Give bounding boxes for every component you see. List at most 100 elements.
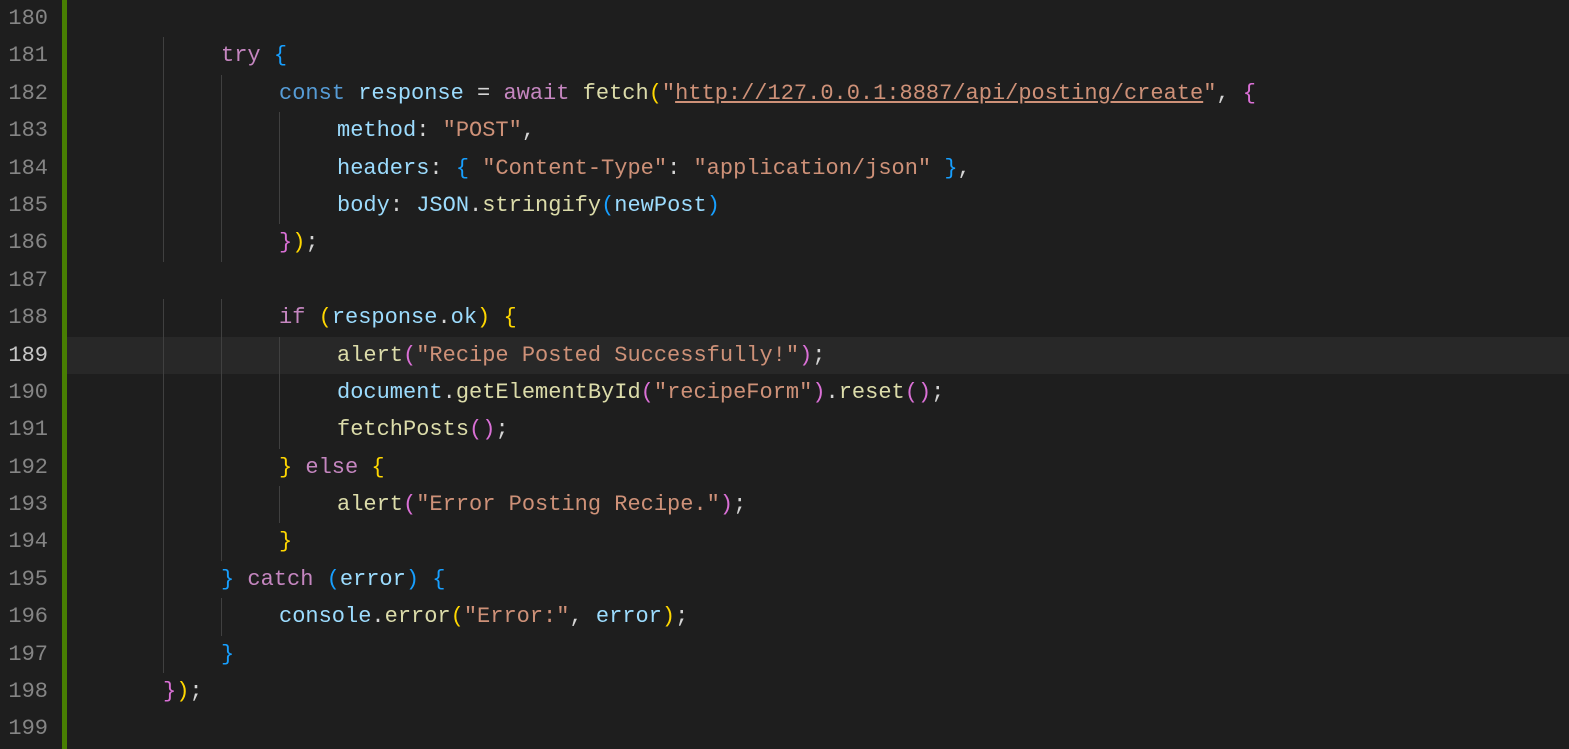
code-token: ( bbox=[641, 380, 654, 405]
code-token: { bbox=[432, 567, 445, 592]
code-token: } bbox=[221, 642, 234, 667]
code-line[interactable]: headers: { "Content-Type": "application/… bbox=[67, 150, 1569, 187]
code-token bbox=[419, 567, 432, 592]
code-token: error bbox=[385, 604, 451, 629]
code-token: "Recipe Posted Successfully!" bbox=[416, 343, 799, 368]
code-token: . bbox=[826, 380, 839, 405]
code-token: ) bbox=[707, 193, 720, 218]
code-line[interactable]: } else { bbox=[67, 449, 1569, 486]
code-token bbox=[261, 43, 274, 68]
code-token: ; bbox=[812, 343, 825, 368]
code-token: } bbox=[221, 567, 234, 592]
code-token: } bbox=[279, 455, 292, 480]
code-token: , bbox=[569, 604, 582, 629]
code-token bbox=[429, 118, 442, 143]
code-token: . bbox=[443, 380, 456, 405]
code-line[interactable]: } bbox=[67, 636, 1569, 673]
code-token bbox=[403, 193, 416, 218]
code-line[interactable]: if (response.ok) { bbox=[67, 299, 1569, 336]
code-token: : bbox=[667, 156, 680, 181]
line-number: 186 bbox=[0, 224, 62, 261]
code-token bbox=[443, 156, 456, 181]
code-token: ; bbox=[495, 417, 508, 442]
code-line[interactable]: try { bbox=[67, 37, 1569, 74]
code-token bbox=[569, 81, 582, 106]
code-token bbox=[358, 455, 371, 480]
line-number: 194 bbox=[0, 523, 62, 560]
code-token bbox=[469, 156, 482, 181]
code-token: headers bbox=[337, 156, 429, 181]
code-token: fetchPosts bbox=[337, 417, 469, 442]
code-token: else bbox=[305, 455, 358, 480]
code-token: ( bbox=[451, 604, 464, 629]
code-token bbox=[1230, 81, 1243, 106]
code-token: error bbox=[596, 604, 662, 629]
code-line[interactable] bbox=[67, 0, 1569, 37]
code-token bbox=[931, 156, 944, 181]
code-token bbox=[583, 604, 596, 629]
code-token: { bbox=[503, 305, 516, 330]
code-token: ; bbox=[189, 679, 202, 704]
code-token: } bbox=[944, 156, 957, 181]
code-line[interactable]: method: "POST", bbox=[67, 112, 1569, 149]
code-line[interactable]: }); bbox=[67, 673, 1569, 710]
code-line[interactable]: } bbox=[67, 523, 1569, 560]
code-token: , bbox=[1216, 81, 1229, 106]
code-line[interactable]: const response = await fetch("http://127… bbox=[67, 75, 1569, 112]
line-number: 198 bbox=[0, 673, 62, 710]
code-line[interactable] bbox=[67, 262, 1569, 299]
code-token: . bbox=[469, 193, 482, 218]
code-token: response bbox=[332, 305, 438, 330]
code-token: ) bbox=[176, 679, 189, 704]
code-token: ( bbox=[403, 492, 416, 517]
code-line[interactable]: body: JSON.stringify(newPost) bbox=[67, 187, 1569, 224]
line-number: 181 bbox=[0, 37, 62, 74]
code-line[interactable]: } catch (error) { bbox=[67, 561, 1569, 598]
code-line[interactable]: document.getElementById("recipeForm").re… bbox=[67, 374, 1569, 411]
code-token: "recipeForm" bbox=[654, 380, 812, 405]
line-number: 199 bbox=[0, 710, 62, 747]
code-token: ) bbox=[812, 380, 825, 405]
code-token: ; bbox=[733, 492, 746, 517]
code-token bbox=[313, 567, 326, 592]
code-token: ( bbox=[327, 567, 340, 592]
line-number: 182 bbox=[0, 75, 62, 112]
code-token: ) bbox=[292, 230, 305, 255]
code-token: catch bbox=[247, 567, 313, 592]
code-token: { bbox=[371, 455, 384, 480]
code-line[interactable]: }); bbox=[67, 224, 1569, 261]
code-token: ( bbox=[649, 81, 662, 106]
line-number: 180 bbox=[0, 0, 62, 37]
code-token: body bbox=[337, 193, 390, 218]
code-token: ) bbox=[406, 567, 419, 592]
code-token: if bbox=[279, 305, 305, 330]
code-line[interactable] bbox=[67, 710, 1569, 747]
line-number: 187 bbox=[0, 262, 62, 299]
code-token: fetch bbox=[583, 81, 649, 106]
code-token: newPost bbox=[614, 193, 706, 218]
code-area[interactable]: try {const response = await fetch("http:… bbox=[67, 0, 1569, 749]
line-number: 189 bbox=[0, 337, 62, 374]
code-token: ( bbox=[905, 380, 918, 405]
code-line[interactable]: alert("Recipe Posted Successfully!"); bbox=[67, 337, 1569, 374]
code-token: ) bbox=[662, 604, 675, 629]
code-token: response bbox=[358, 81, 464, 106]
code-token: try bbox=[221, 43, 261, 68]
code-token: , bbox=[958, 156, 971, 181]
code-line[interactable]: alert("Error Posting Recipe."); bbox=[67, 486, 1569, 523]
code-token: console bbox=[279, 604, 371, 629]
code-token: stringify bbox=[482, 193, 601, 218]
code-token: "Content-Type" bbox=[482, 156, 667, 181]
code-token: { bbox=[274, 43, 287, 68]
code-token: ) bbox=[918, 380, 931, 405]
code-line[interactable]: fetchPosts(); bbox=[67, 411, 1569, 448]
code-token: JSON bbox=[416, 193, 469, 218]
code-token: getElementById bbox=[456, 380, 641, 405]
line-number: 185 bbox=[0, 187, 62, 224]
code-editor[interactable]: 1801811821831841851861871881891901911921… bbox=[0, 0, 1569, 749]
line-number: 183 bbox=[0, 112, 62, 149]
line-number: 190 bbox=[0, 374, 62, 411]
code-token bbox=[234, 567, 247, 592]
line-number: 184 bbox=[0, 150, 62, 187]
code-line[interactable]: console.error("Error:", error); bbox=[67, 598, 1569, 635]
